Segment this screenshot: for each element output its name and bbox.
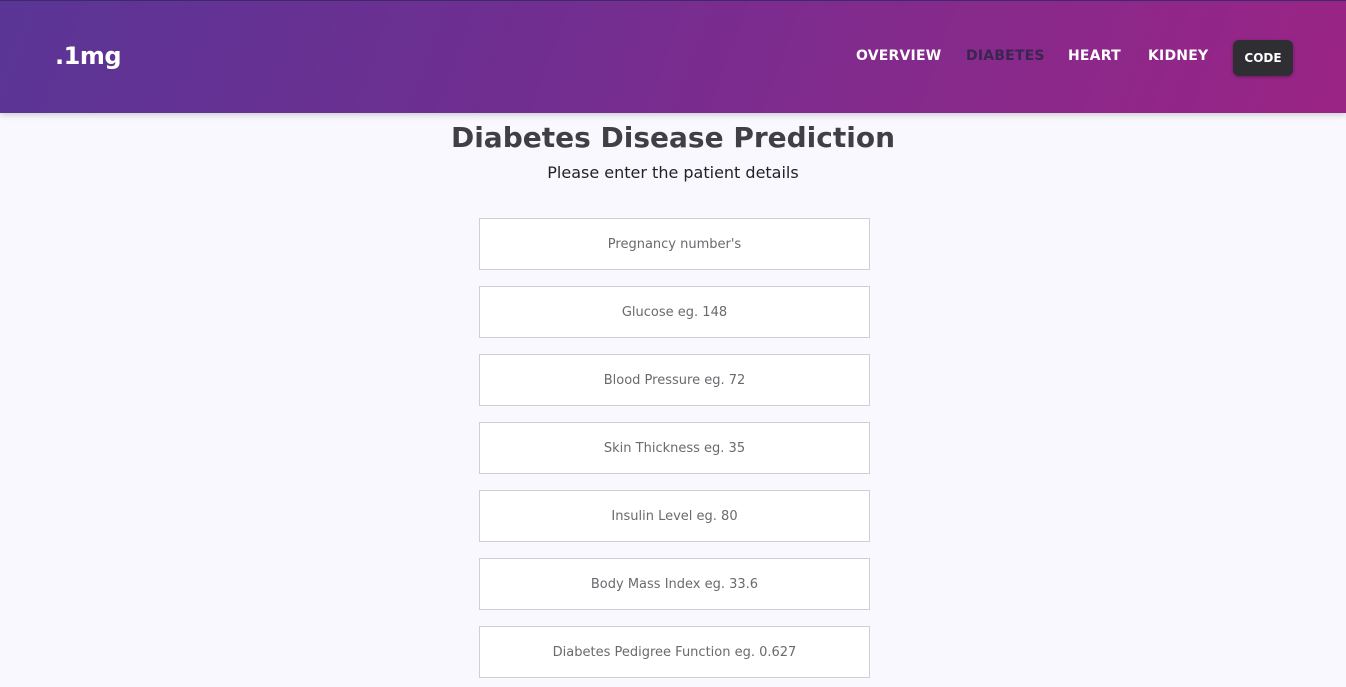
insulin-level-input[interactable]: [479, 490, 870, 542]
page-subtitle: Please enter the patient details: [547, 163, 799, 182]
bmi-input[interactable]: [479, 558, 870, 610]
nav-link-diabetes[interactable]: DIABETES: [966, 48, 1045, 64]
nav-link-overview[interactable]: OVERVIEW: [856, 48, 941, 64]
blood-pressure-input[interactable]: [479, 354, 870, 406]
nav-link-heart[interactable]: HEART: [1068, 48, 1121, 64]
pedigree-function-input[interactable]: [479, 626, 870, 678]
skin-thickness-input[interactable]: [479, 422, 870, 474]
page-title: Diabetes Disease Prediction: [450, 121, 896, 154]
top-navbar: .1mg OVERVIEW DIABETES HEART KIDNEY CODE: [0, 0, 1346, 113]
glucose-input[interactable]: [479, 286, 870, 338]
code-button[interactable]: CODE: [1233, 40, 1293, 76]
site-logo[interactable]: .1mg: [55, 42, 122, 70]
pregnancies-input[interactable]: [479, 218, 870, 270]
nav-link-kidney[interactable]: KIDNEY: [1148, 48, 1208, 64]
